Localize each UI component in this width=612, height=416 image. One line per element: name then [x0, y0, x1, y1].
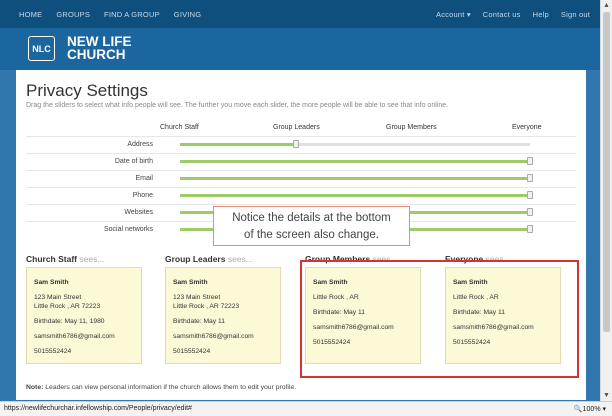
callout-line1: Notice the details at the bottom	[232, 212, 391, 224]
row-label: Phone	[132, 192, 153, 199]
top-nav: HOME GROUPS FIND A GROUP GIVING Account …	[0, 0, 600, 28]
card-phone: 5015552424	[173, 348, 211, 355]
scrollbar-thumb[interactable]	[603, 12, 610, 332]
brand-header: NLC NEW LIFE CHURCH	[0, 28, 600, 70]
privacy-slider-address[interactable]	[180, 140, 530, 148]
privacy-row-address: Address	[26, 136, 576, 153]
card-address-line1: 123 Main Street	[34, 294, 82, 301]
slider-handle[interactable]	[527, 157, 533, 165]
scroll-up-icon[interactable]: ▲	[603, 2, 610, 9]
note-text: Leaders can view personal information if…	[43, 384, 297, 391]
privacy-settings-panel: Privacy Settings Drag the sliders to sel…	[16, 70, 586, 400]
card-address-line1: 123 Main Street	[173, 294, 221, 301]
card-birthdate: Birthdate: May 11, 1980	[34, 318, 105, 325]
card-name: Sam Smith	[173, 279, 208, 286]
row-label: Social networks	[103, 226, 153, 233]
preview-card-group-leaders: Sam Smith 123 Main Street Little Rock , …	[165, 267, 281, 364]
card-address-line2: Little Rock , AR 72223	[173, 303, 240, 310]
row-label: Websites	[124, 209, 153, 216]
browser-status-bar: https://newlifechurchar.infellowship.com…	[0, 401, 612, 416]
card-birthdate: Birthdate: May 11	[173, 318, 225, 325]
nav-home[interactable]: HOME	[19, 10, 42, 19]
privacy-slider-date-of-birth[interactable]	[180, 157, 533, 165]
privacy-slider-phone[interactable]	[180, 191, 533, 199]
nav-contact-us[interactable]: Contact us	[483, 10, 521, 19]
slider-fill	[180, 160, 530, 163]
privacy-row-email: Email	[26, 170, 576, 187]
slider-handle[interactable]	[527, 208, 533, 216]
slider-handle[interactable]	[527, 225, 533, 233]
column-church-staff: Church Staff	[160, 124, 199, 131]
audience-name: Church Staff	[26, 254, 77, 264]
vertical-scrollbar[interactable]: ▲ ▼	[600, 0, 612, 401]
slider-handle[interactable]	[527, 191, 533, 199]
slider-handle[interactable]	[527, 174, 533, 182]
sees-word: sees...	[79, 254, 105, 264]
zoom-level[interactable]: 🔍100% ▾	[574, 405, 606, 413]
preview-card-church-staff: Sam Smith 123 Main Street Little Rock , …	[26, 267, 142, 364]
highlight-box	[300, 260, 579, 378]
page-subtitle: Drag the sliders to select what info peo…	[26, 102, 449, 109]
column-everyone: Everyone	[512, 124, 542, 131]
church-logo-icon[interactable]: NLC	[28, 36, 55, 61]
card-name: Sam Smith	[34, 279, 69, 286]
page-title: Privacy Settings	[26, 81, 148, 100]
sees-heading-church-staff: Church Staff sees...	[26, 254, 104, 264]
column-group-leaders: Group Leaders	[273, 124, 320, 131]
privacy-row-phone: Phone	[26, 187, 576, 204]
sees-word: sees...	[227, 254, 253, 264]
nav-account-menu[interactable]: Account ▾	[436, 10, 471, 19]
column-group-members: Group Members	[386, 124, 437, 131]
nav-giving[interactable]: GIVING	[174, 10, 201, 19]
card-address-line2: Little Rock , AR 72223	[34, 303, 101, 310]
privacy-row-date-of-birth: Date of birth	[26, 153, 576, 170]
nav-sign-out[interactable]: Sign out	[561, 10, 590, 19]
card-email: samsmith6786@gmail.com	[173, 333, 254, 340]
church-name[interactable]: NEW LIFE CHURCH	[67, 35, 132, 62]
status-url: https://newlifechurchar.infellowship.com…	[4, 405, 192, 412]
audience-name: Group Leaders	[165, 254, 226, 264]
nav-groups[interactable]: GROUPS	[56, 10, 90, 19]
scroll-down-icon[interactable]: ▼	[603, 392, 610, 399]
slider-fill	[180, 177, 530, 180]
privacy-slider-email[interactable]	[180, 174, 533, 182]
sees-heading-group-leaders: Group Leaders sees...	[165, 254, 253, 264]
note-label: Note:	[26, 384, 44, 391]
row-label: Email	[135, 175, 153, 182]
card-phone: 5015552424	[34, 348, 72, 355]
leaders-note: Note: Leaders can view personal informat…	[26, 384, 296, 391]
nav-help[interactable]: Help	[533, 10, 549, 19]
church-name-line2: CHURCH	[67, 47, 126, 62]
slider-handle[interactable]	[292, 140, 299, 148]
row-label: Date of birth	[114, 158, 153, 165]
callout-line2: of the screen also change.	[244, 229, 379, 241]
nav-find-a-group[interactable]: FIND A GROUP	[104, 10, 160, 19]
row-label: Address	[127, 141, 153, 148]
card-email: samsmith6786@gmail.com	[34, 333, 115, 340]
tutorial-callout: Notice the details at the bottom of the …	[213, 206, 410, 246]
slider-fill	[180, 194, 530, 197]
slider-fill	[180, 143, 296, 146]
